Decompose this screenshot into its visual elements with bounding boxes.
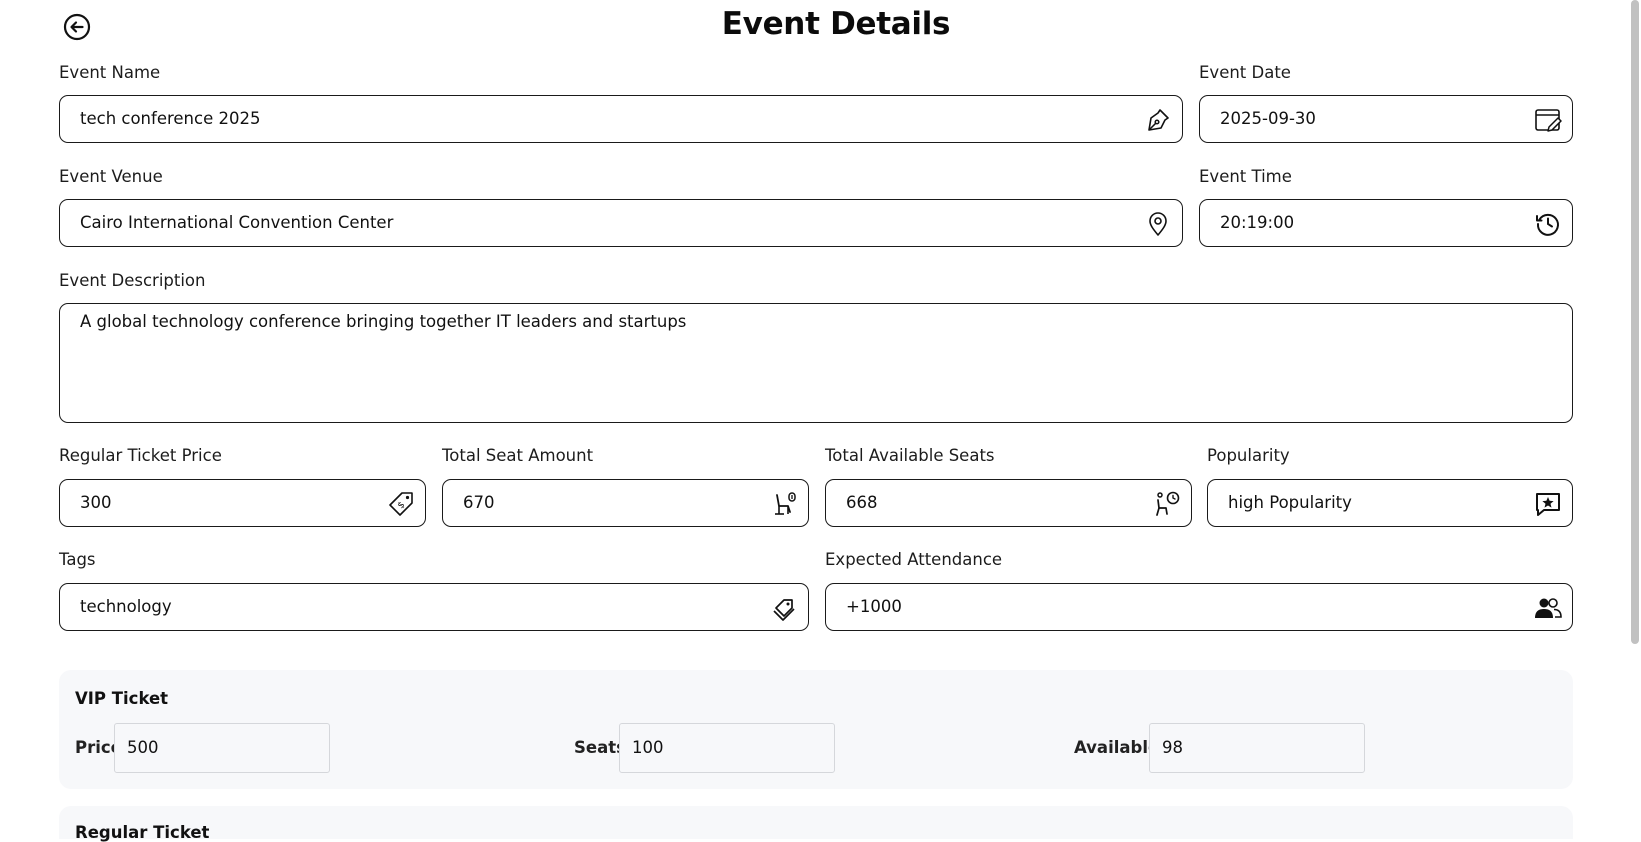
- popularity-field[interactable]: high Popularity: [1207, 479, 1573, 527]
- event-name-label: Event Name: [59, 63, 161, 82]
- expected-attendance-field[interactable]: +1000: [825, 583, 1573, 631]
- event-date-label: Event Date: [1199, 63, 1291, 82]
- vip-available-label: Available: [1074, 738, 1160, 757]
- event-description-label: Event Description: [59, 271, 206, 290]
- event-name-value: tech conference 2025: [80, 109, 261, 128]
- total-available-seats-field[interactable]: 668: [825, 479, 1192, 527]
- event-venue-field[interactable]: Cairo International Convention Center: [59, 199, 1183, 247]
- regular-ticket-price-value: 300: [80, 493, 112, 512]
- vip-price-value: 500: [127, 738, 159, 757]
- popularity-value: high Popularity: [1228, 493, 1352, 512]
- price-tag-icon: $: [387, 490, 415, 518]
- event-date-field[interactable]: 2025-09-30: [1199, 95, 1573, 143]
- vip-seats-input[interactable]: 100: [619, 723, 835, 773]
- vip-price-input[interactable]: 500: [114, 723, 330, 773]
- seat-icon: [770, 490, 798, 518]
- regular-ticket-title: Regular Ticket: [75, 823, 210, 842]
- page-header: Event Details: [0, 0, 1641, 56]
- tags-label: Tags: [59, 550, 96, 569]
- pen-nib-icon: [1144, 106, 1172, 134]
- people-icon: [1534, 594, 1562, 622]
- tags-icon: [770, 594, 798, 622]
- vip-seats-value: 100: [632, 738, 664, 757]
- event-venue-value: Cairo International Convention Center: [80, 213, 394, 232]
- event-description-value: A global technology conference bringing …: [80, 312, 687, 331]
- event-time-value: 20:19:00: [1220, 213, 1295, 232]
- total-seat-amount-label: Total Seat Amount: [442, 446, 594, 465]
- event-time-field[interactable]: 20:19:00: [1199, 199, 1573, 247]
- event-time-label: Event Time: [1199, 167, 1292, 186]
- vip-available-input[interactable]: 98: [1149, 723, 1365, 773]
- vip-available-value: 98: [1162, 738, 1183, 757]
- tags-value: technology: [80, 597, 172, 616]
- calendar-edit-icon: [1534, 106, 1562, 134]
- total-available-seats-label: Total Available Seats: [825, 446, 995, 465]
- regular-ticket-price-field[interactable]: 300 $: [59, 479, 426, 527]
- total-available-seats-value: 668: [846, 493, 878, 512]
- seat-clock-icon: [1153, 490, 1181, 518]
- regular-ticket-card: Regular Ticket: [59, 806, 1573, 842]
- star-message-icon: [1534, 490, 1562, 518]
- total-seat-amount-value: 670: [463, 493, 495, 512]
- page-title: Event Details: [721, 6, 951, 42]
- event-date-value: 2025-09-30: [1220, 109, 1316, 128]
- popularity-label: Popularity: [1207, 446, 1290, 465]
- regular-ticket-price-label: Regular Ticket Price: [59, 446, 222, 465]
- expected-attendance-label: Expected Attendance: [825, 550, 1003, 569]
- vip-ticket-title: VIP Ticket: [75, 689, 169, 708]
- vip-ticket-card: VIP Ticket Price 500 Seats 100 Available…: [59, 670, 1573, 789]
- event-name-field[interactable]: tech conference 2025: [59, 95, 1183, 143]
- clock-history-icon: [1534, 210, 1562, 238]
- event-venue-label: Event Venue: [59, 167, 163, 186]
- event-description-textarea[interactable]: A global technology conference bringing …: [59, 303, 1573, 423]
- scrollbar-thumb[interactable]: [1631, 0, 1639, 644]
- total-seat-amount-field[interactable]: 670: [442, 479, 809, 527]
- tags-field[interactable]: technology: [59, 583, 809, 631]
- map-pin-icon: [1144, 210, 1172, 238]
- expected-attendance-value: +1000: [846, 597, 902, 616]
- scrollbar-track[interactable]: [1627, 0, 1641, 839]
